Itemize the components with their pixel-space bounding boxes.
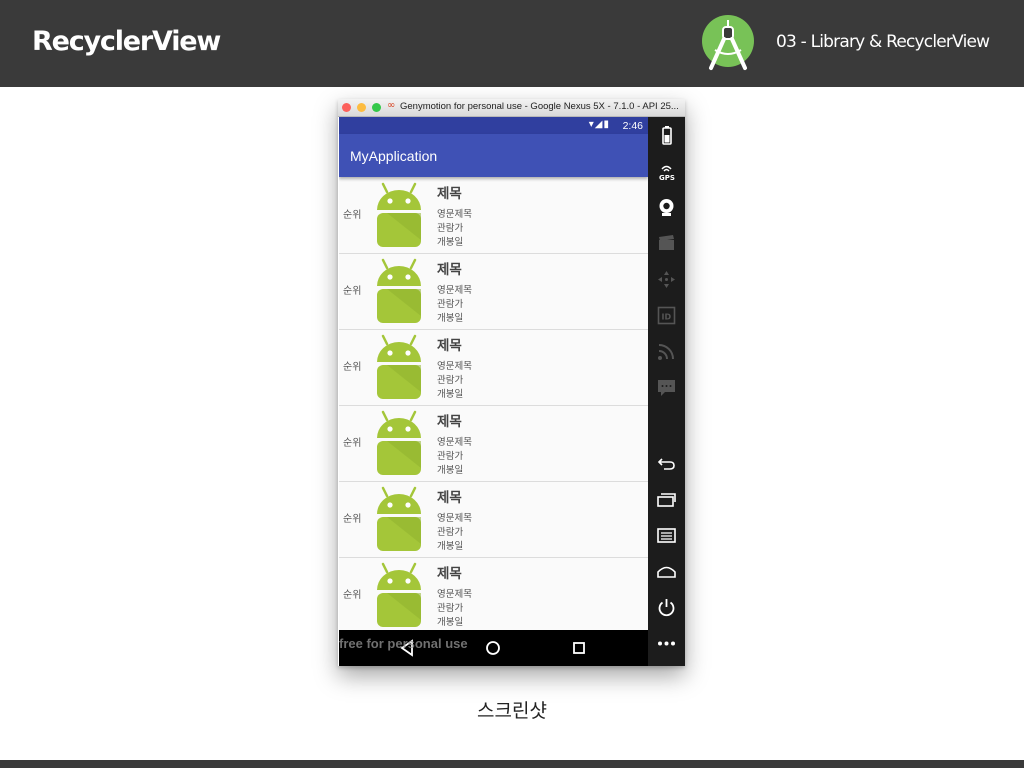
slide-title: RecyclerView (32, 26, 221, 57)
nav-home-icon[interactable] (483, 638, 503, 658)
svg-text:ID: ID (662, 313, 672, 322)
android-icon (369, 332, 429, 404)
webcam-icon[interactable] (656, 197, 677, 218)
maximize-window-button[interactable] (372, 103, 381, 112)
status-time: 2:46 (622, 120, 643, 132)
movie-title: 제목 (437, 414, 462, 430)
app-title: MyApplication (350, 148, 438, 164)
rank-label: 순위 (343, 514, 362, 525)
home-icon[interactable] (656, 561, 677, 582)
status-bar: ▾◢▮ 2:46 (339, 117, 648, 134)
movie-title: 제목 (437, 262, 462, 278)
list-item[interactable]: 순위 제목 영문제목 관람가 개봉일 (339, 558, 648, 630)
audience-rating: 관람가 (437, 375, 464, 386)
list-item[interactable]: 순위 제목 영문제목 관람가 개봉일 (339, 178, 648, 254)
android-icon (369, 560, 429, 630)
android-icon (369, 180, 429, 252)
emulator-toolbar: GPS ID (648, 117, 685, 666)
network-icon[interactable] (656, 341, 677, 362)
personal-use-watermark: free for personal use (339, 636, 468, 651)
nav-recents-icon[interactable] (569, 638, 589, 658)
rank-label: 순위 (343, 438, 362, 449)
window-title: Genymotion for personal use - Google Nex… (400, 101, 679, 112)
power-icon[interactable] (656, 597, 677, 618)
identifiers-icon[interactable]: ID (656, 305, 677, 326)
device-screen: ▾◢▮ 2:46 MyApplication 순위 제목 영문제목 관람가 개봉… (339, 117, 648, 666)
audience-rating: 관람가 (437, 299, 464, 310)
battery-icon[interactable] (656, 125, 677, 146)
more-icon[interactable] (656, 633, 677, 654)
capture-icon[interactable] (656, 233, 677, 254)
status-icons: ▾◢▮ (588, 119, 610, 130)
android-studio-logo-icon (702, 15, 754, 70)
dpad-icon[interactable] (656, 269, 677, 290)
back-icon[interactable] (656, 453, 677, 474)
english-title: 영문제목 (437, 285, 472, 296)
movie-title: 제목 (437, 338, 462, 354)
release-date: 개봉일 (437, 389, 464, 400)
slide-header: RecyclerView 03 - Library & RecyclerView (0, 0, 1024, 87)
movie-title: 제목 (437, 566, 462, 582)
window-titlebar[interactable]: ∞ Genymotion for personal use - Google N… (338, 99, 685, 117)
recycler-list[interactable]: 순위 제목 영문제목 관람가 개봉일 순위 제목 영문제목 관람가 개봉일 순위… (339, 178, 648, 630)
slide-subtitle: 03 - Library & RecyclerView (776, 32, 990, 52)
gps-icon[interactable]: GPS (656, 161, 677, 182)
audience-rating: 관람가 (437, 451, 464, 462)
screenshot-caption: 스크린샷 (477, 700, 547, 722)
movie-title: 제목 (437, 186, 462, 202)
emulator-window: ∞ Genymotion for personal use - Google N… (338, 99, 685, 666)
english-title: 영문제목 (437, 437, 472, 448)
minimize-window-button[interactable] (357, 103, 366, 112)
close-window-button[interactable] (342, 103, 351, 112)
list-item[interactable]: 순위 제목 영문제목 관람가 개봉일 (339, 330, 648, 406)
audience-rating: 관람가 (437, 223, 464, 234)
english-title: 영문제목 (437, 513, 472, 524)
svg-text:GPS: GPS (659, 174, 675, 182)
sms-icon[interactable] (656, 377, 677, 398)
release-date: 개봉일 (437, 541, 464, 552)
english-title: 영문제목 (437, 589, 472, 600)
release-date: 개봉일 (437, 313, 464, 324)
footer-bar (0, 760, 1024, 768)
rank-label: 순위 (343, 362, 362, 373)
audience-rating: 관람가 (437, 527, 464, 538)
release-date: 개봉일 (437, 465, 464, 476)
english-title: 영문제목 (437, 361, 472, 372)
app-bar: MyApplication (339, 134, 648, 177)
android-icon (369, 484, 429, 556)
recent-apps-icon[interactable] (656, 489, 677, 510)
android-icon (369, 256, 429, 328)
rank-label: 순위 (343, 590, 362, 601)
android-icon (369, 408, 429, 480)
genymotion-logo-icon: ∞ (387, 100, 396, 111)
movie-title: 제목 (437, 490, 462, 506)
audience-rating: 관람가 (437, 603, 464, 614)
list-item[interactable]: 순위 제목 영문제목 관람가 개봉일 (339, 406, 648, 482)
english-title: 영문제목 (437, 209, 472, 220)
release-date: 개봉일 (437, 237, 464, 248)
list-item[interactable]: 순위 제목 영문제목 관람가 개봉일 (339, 482, 648, 558)
release-date: 개봉일 (437, 617, 464, 628)
menu-icon[interactable] (656, 525, 677, 546)
rank-label: 순위 (343, 210, 362, 221)
rank-label: 순위 (343, 286, 362, 297)
list-item[interactable]: 순위 제목 영문제목 관람가 개봉일 (339, 254, 648, 330)
